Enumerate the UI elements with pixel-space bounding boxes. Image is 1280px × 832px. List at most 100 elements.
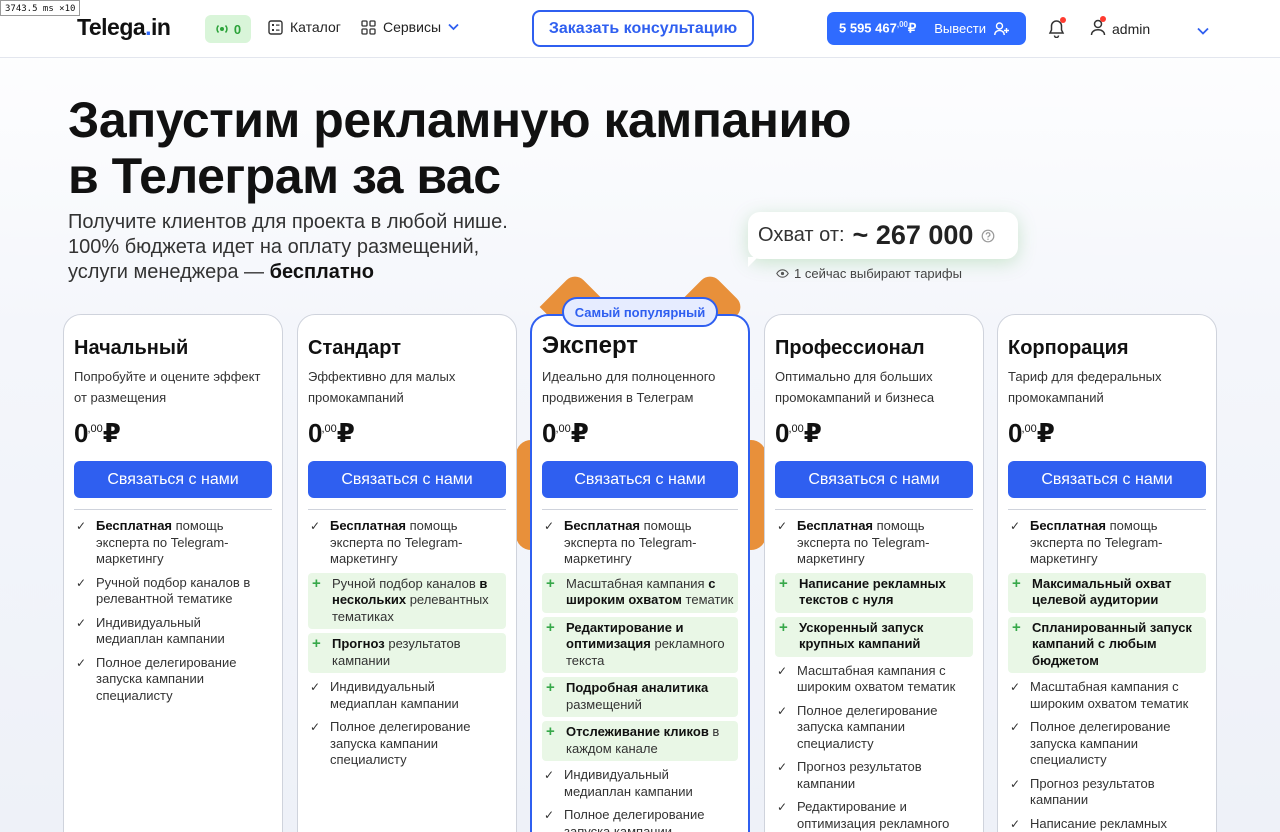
logo-main: Telega [77,14,146,40]
check-icon: ✓ [1010,816,1021,831]
withdraw-user-icon [994,21,1009,35]
online-badge[interactable]: 0 [205,15,251,43]
check-icon: ✓ [310,680,321,694]
plan-desc: Идеально для полноценного продвижения в … [542,369,716,405]
plan-desc: Попробуйте и оцените эффект от размещени… [74,369,261,405]
reach-value: ~ 267 000 [852,220,974,250]
plan-name: Эксперт [542,332,639,359]
contact-button[interactable]: Связаться с нами [542,461,738,498]
feature-item-extra: + Максимальный охват целевой аудитории [1008,572,1206,613]
feature-item-extra: + Прогноз результатов кампании [308,633,506,673]
broadcast-icon [216,24,228,34]
balance-button[interactable]: 5 595 467,00₽ Вывести [827,12,1026,45]
contact-button[interactable]: Связаться с нами [308,461,506,498]
check-icon: ✓ [544,808,555,822]
plan-desc: Оптимально для больших промокампаний и б… [775,369,935,405]
feature-item: ✓ Полное делегирование запуска кампании с… [310,719,471,767]
feature-item: ✓ Бесплатная помощь эксперта по Telegram-… [310,518,463,566]
check-icon: ✓ [777,703,788,718]
feature-item-extra: + Спланированный запуск кампаний с любым … [1008,616,1206,673]
feature-item: ✓ Прогноз результатов кампании [777,759,922,791]
logo[interactable]: Telega.in [77,14,171,41]
page-title: Запустим рекламную кампанию в Телеграм за… [68,92,851,204]
plus-icon: + [312,635,321,652]
check-icon: ✓ [544,768,555,782]
plan-name: Начальный [74,337,189,359]
feature-item: ✓ Полное делегирование запуска кампании с… [76,654,237,703]
plus-icon: + [546,723,555,740]
check-icon: ✓ [544,519,555,533]
check-icon: ✓ [777,663,788,678]
plus-icon: + [312,574,321,592]
feature-item-extra: + Написание рекламных текстов с нуля [775,572,973,613]
nav-catalog[interactable]: Каталог [268,19,341,35]
feature-list: ✓ Бесплатная помощь эксперта по Telegram-… [775,516,973,832]
balance-amount: 5 595 467,00₽ [839,20,917,36]
logo-tail: in [151,14,171,40]
plus-icon: + [546,574,555,592]
plan-name: Стандарт [308,337,402,359]
user-menu-toggle[interactable] [1197,22,1209,40]
plan-price: 0,00₽ [542,418,589,448]
help-icon[interactable] [981,229,995,243]
plan-card-professional: Профессионал Оптимально для больших пром… [764,314,984,832]
perf-counter: 3743.5 ms ×10 [0,0,81,16]
check-icon: ✓ [777,800,788,814]
contact-button[interactable]: Связаться с нами [1008,461,1206,498]
feature-item-extra: + Редактирование и оптимизация рекламного… [542,616,738,673]
nav-catalog-label: Каталог [290,19,341,35]
feature-item: ✓ Редактирование и оптимизация рекламного… [775,797,973,832]
divider [542,509,738,510]
feature-item: ✓ Полное делегирование запуска кампании с… [777,702,938,751]
feature-item: ✓ Бесплатная помощь эксперта по Telegram-… [1010,518,1163,566]
plan-card-starter: Начальный Попробуйте и оцените эффект от… [63,314,283,832]
popular-badge: Самый популярный [562,297,718,327]
feature-item: ✓ Масштабная кампания с широким охватом т… [777,662,956,695]
plus-icon: + [546,618,555,636]
check-icon: ✓ [1010,776,1021,791]
notification-dot [1060,17,1066,23]
check-icon: ✓ [76,575,87,590]
divider [1008,509,1206,510]
reach-bubble: Охват от: ~ 267 000 [748,212,1018,267]
notifications[interactable] [1048,17,1066,43]
nav-services[interactable]: Сервисы [361,19,459,35]
contact-button[interactable]: Связаться с нами [775,461,973,498]
feature-item: ✓ Масштабная кампания с широким охватом т… [1010,679,1189,711]
feature-item-extra: + Подробная аналитика размещений [542,677,738,717]
feature-item: ✓ Индивидуальный медиаплан кампании [76,614,225,647]
divider [775,509,973,510]
check-icon: ✓ [310,519,321,533]
feature-list: ✓ Бесплатная помощь эксперта по Telegram-… [542,516,738,832]
plan-name: Профессионал [775,337,925,359]
top-header: Telega.in 0 Каталог Сервисы Заказать кон… [0,0,1280,58]
check-icon: ✓ [1010,680,1021,694]
choosing-now: 1 сейчас выбирают тарифы [776,266,962,281]
online-count: 0 [233,21,242,37]
check-icon: ✓ [310,720,321,734]
feature-item-extra: + Отслеживание кликов в каждом канале [542,721,738,761]
user-name: admin [1112,21,1151,37]
plan-desc: Тариф для федеральных промокампаний [1008,369,1162,405]
feature-item-extra: + Масштабная кампания с широким охватом т… [542,572,738,613]
plan-price: 0,00₽ [775,418,822,448]
page-subtitle: Получите клиентов для проекта в любой ни… [68,211,508,283]
chevron-down-icon [448,23,459,31]
feature-item: ✓ Прогноз результатов кампании [1010,775,1155,808]
plan-card-expert: Эксперт Идеально для полноценного продви… [530,314,750,832]
catalog-icon [268,19,283,35]
check-icon: ✓ [76,655,87,670]
divider [308,509,506,510]
plan-price: 0,00₽ [308,418,355,448]
contact-button[interactable]: Связаться с нами [74,461,272,498]
choosing-text: 1 сейчас выбирают тарифы [794,266,962,281]
feature-list: ✓ Бесплатная помощь эксперта по Telegram-… [308,516,506,771]
user-menu[interactable]: admin [1090,16,1151,39]
check-icon: ✓ [1010,720,1021,734]
check-icon: ✓ [777,519,788,533]
plan-desc: Эффективно для малых промокампаний [308,369,456,405]
withdraw-label: Вывести [934,21,986,36]
check-icon: ✓ [76,615,87,630]
consultation-button[interactable]: Заказать консультацию [532,10,754,47]
feature-item-extra: + Ручной подбор каналов в нескольких реле… [308,572,506,629]
